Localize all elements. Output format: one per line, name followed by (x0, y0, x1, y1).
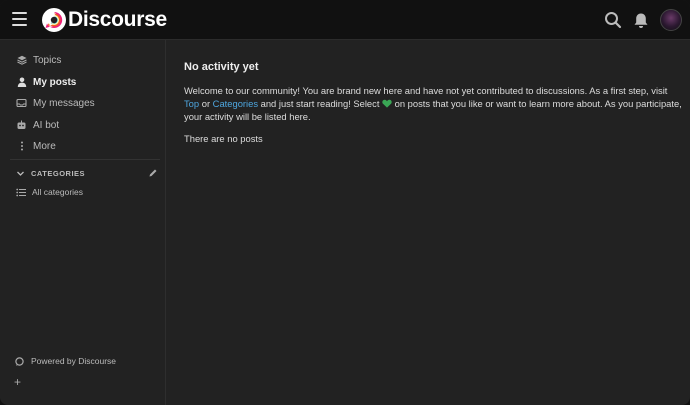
sidebar-item-label: My messages (33, 97, 95, 109)
discourse-logo-icon (42, 8, 66, 32)
sidebar-divider (10, 159, 160, 160)
categories-link[interactable]: Categories (213, 98, 258, 109)
message-text: and just start reading! Select (258, 98, 383, 109)
sidebar-item-topics[interactable]: Topics (16, 52, 61, 68)
sidebar-item-all-categories[interactable]: All categories (16, 186, 83, 198)
app-window: Discourse Topics My posts My messages AI… (0, 0, 690, 405)
inbox-icon (16, 98, 27, 109)
add-section-button[interactable]: + (14, 375, 21, 389)
powered-by-label: Powered by Discourse (31, 356, 117, 366)
sidebar-item-label: My posts (33, 76, 77, 88)
discourse-mini-icon (15, 356, 25, 366)
ellipsis-vertical-icon (16, 141, 27, 152)
top-link[interactable]: Top (184, 98, 199, 109)
empty-state-message: Welcome to our community! You are brand … (184, 84, 684, 123)
sidebar-item-label: More (33, 140, 56, 152)
chevron-down-icon (17, 171, 24, 176)
search-icon[interactable] (602, 9, 624, 31)
page-title: No activity yet (184, 61, 259, 73)
logo-text: Discourse (68, 8, 167, 31)
sidebar-item-more[interactable]: More (16, 138, 56, 154)
header-icons (596, 9, 682, 31)
bell-icon[interactable] (630, 9, 652, 31)
site-logo[interactable]: Discourse (41, 7, 167, 33)
pencil-icon[interactable] (148, 168, 158, 178)
header-bar: Discourse (0, 0, 690, 40)
sidebar-item-my-messages[interactable]: My messages (16, 95, 95, 111)
no-posts-message: There are no posts (184, 133, 263, 144)
message-text: or (199, 98, 213, 109)
list-icon (16, 187, 26, 197)
robot-icon (16, 120, 27, 131)
message-text: Welcome to our community! You are brand … (184, 85, 668, 96)
all-categories-label: All categories (32, 187, 84, 197)
sidebar-item-label: Topics (33, 54, 62, 66)
sidebar-item-label: AI bot (33, 119, 60, 131)
user-icon (16, 77, 27, 88)
menu-icon[interactable] (12, 12, 27, 26)
sidebar-item-my-posts[interactable]: My posts (16, 74, 76, 90)
categories-section-header[interactable]: CATEGORIES (16, 167, 158, 179)
sidebar: Topics My posts My messages AI bot More (0, 40, 166, 405)
avatar[interactable] (660, 9, 682, 31)
sidebar-item-ai-bot[interactable]: AI bot (16, 117, 59, 133)
powered-by-link[interactable]: Powered by Discourse (15, 355, 116, 367)
layers-icon (16, 55, 27, 66)
categories-label: CATEGORIES (31, 168, 86, 178)
heart-icon (382, 99, 392, 108)
